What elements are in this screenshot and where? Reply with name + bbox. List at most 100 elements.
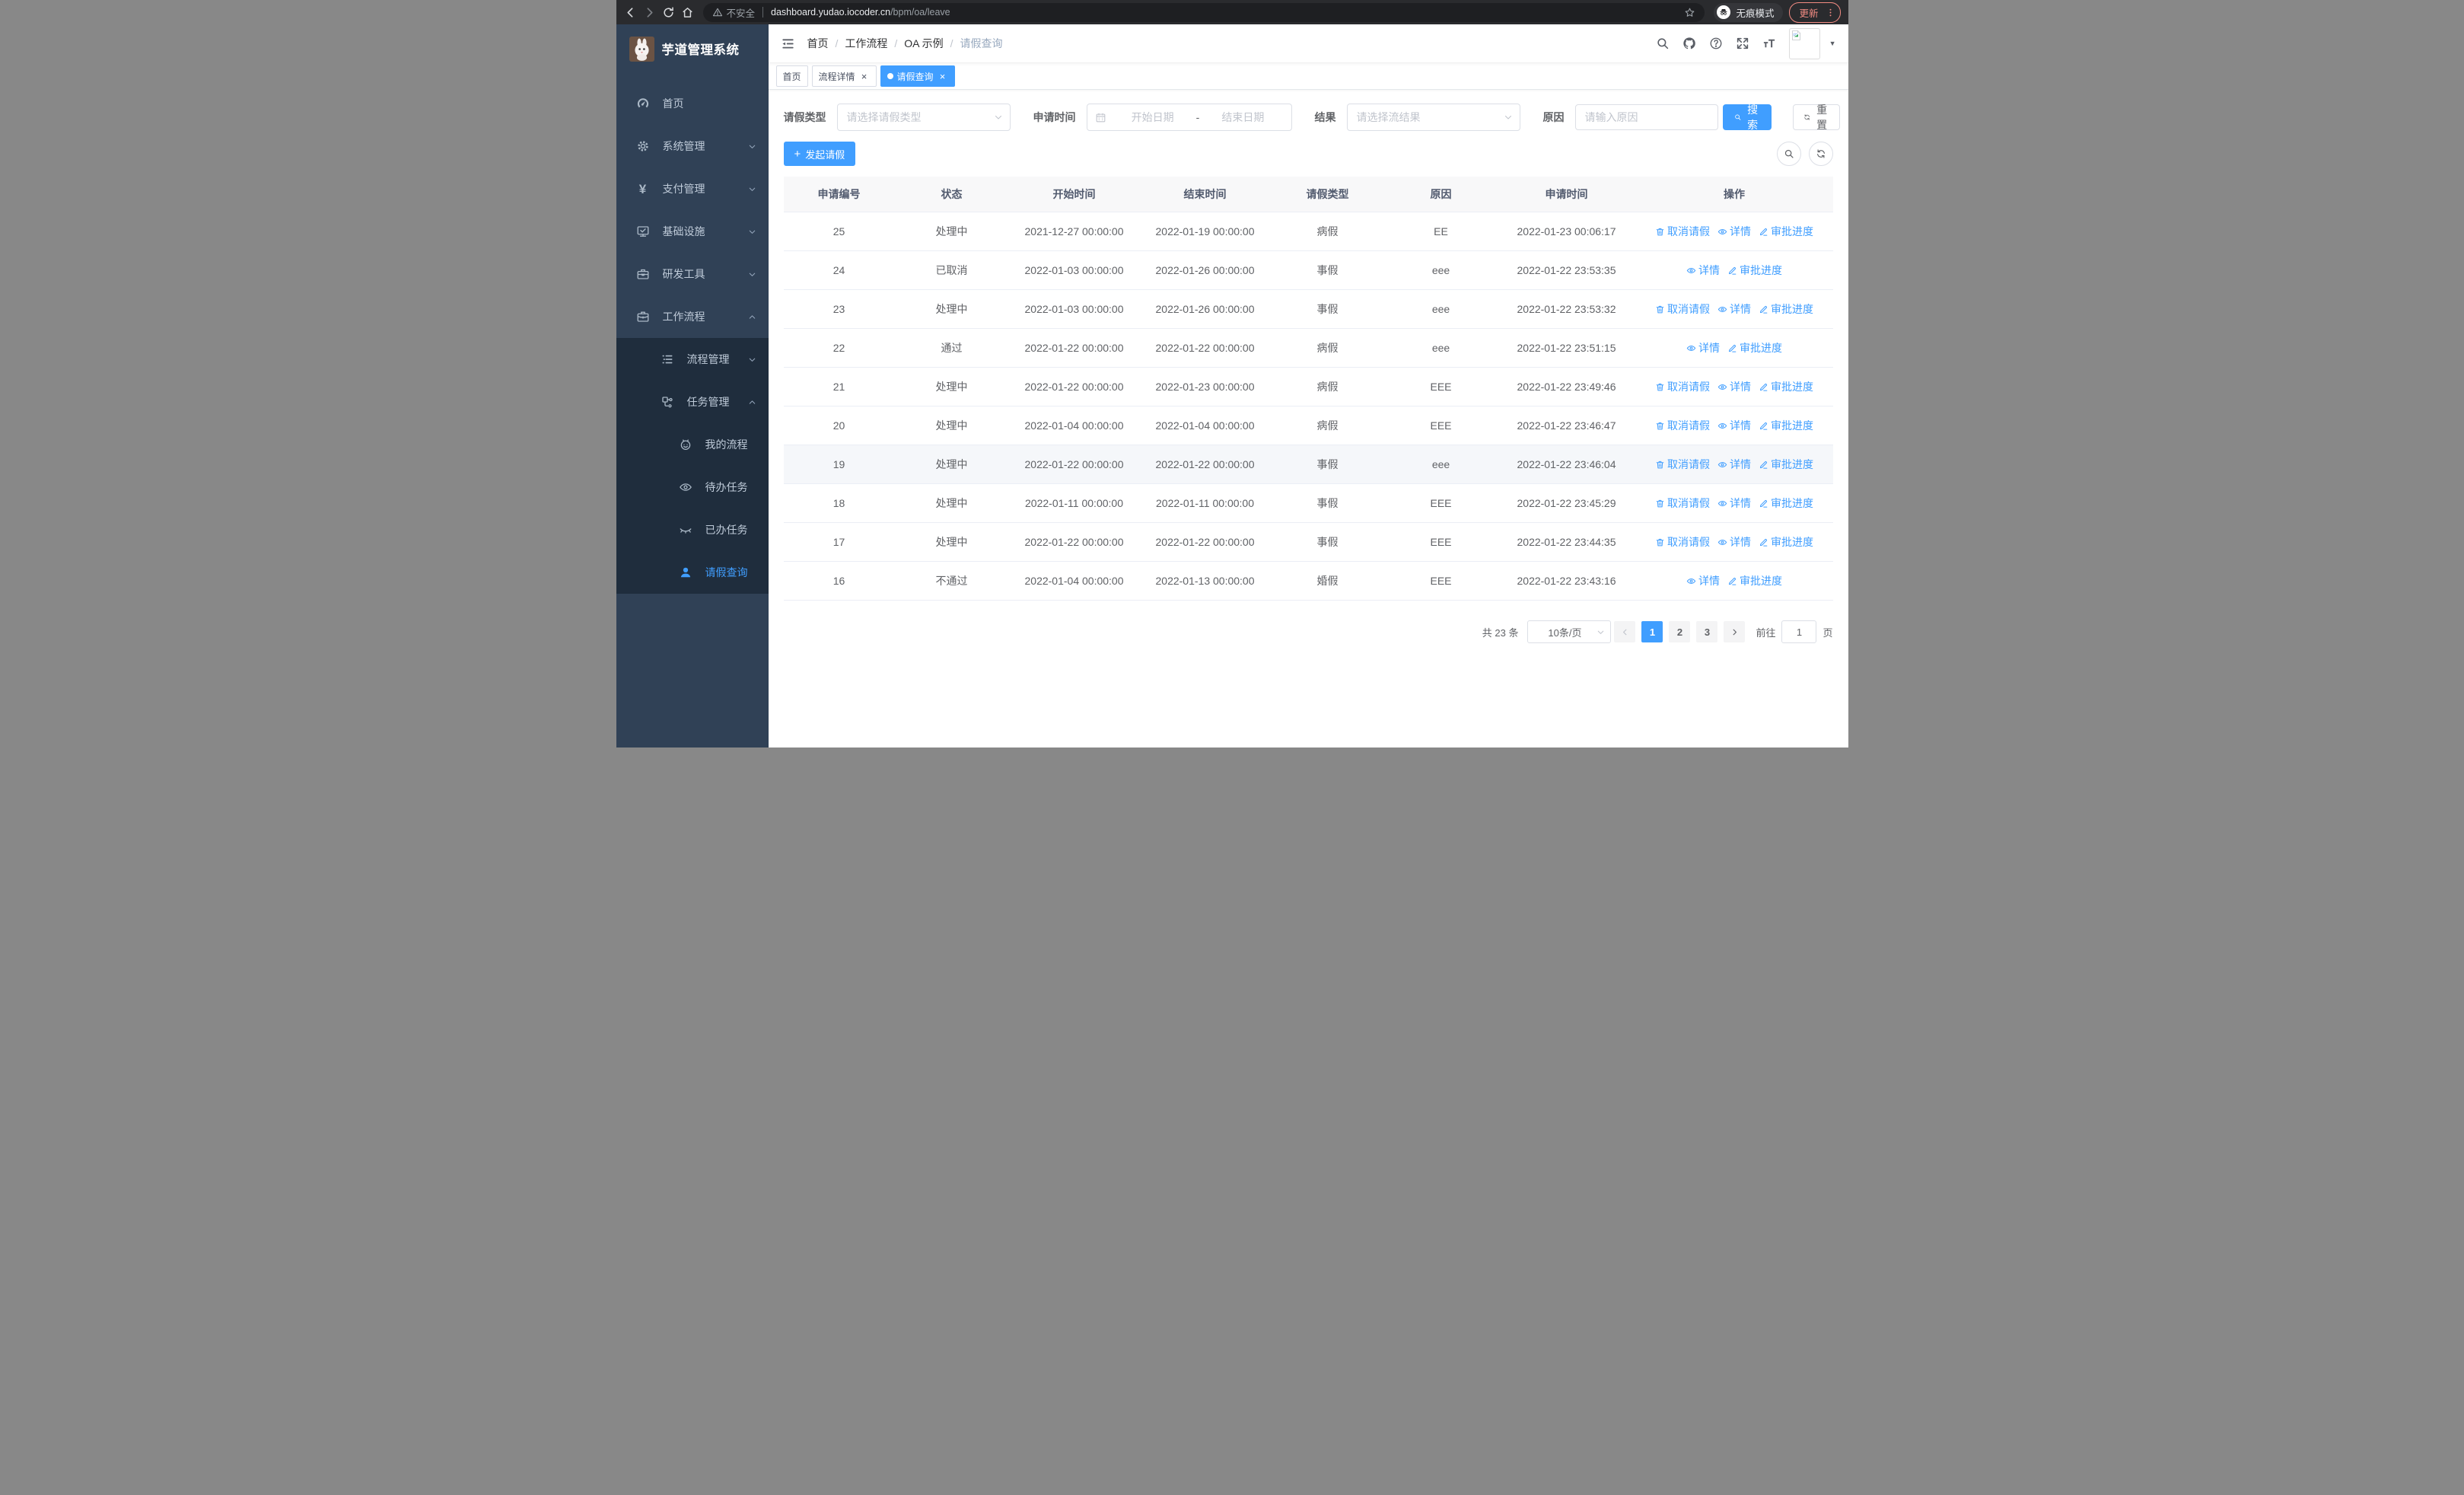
hamburger-icon[interactable]	[781, 37, 795, 51]
address-bar[interactable]: 不安全 dashboard.yudao.iocoder.cn/bpm/oa/le…	[702, 2, 1705, 22]
approval-progress-link[interactable]: 审批进度	[1759, 301, 1813, 317]
date-range-picker[interactable]: 开始日期 - 结束日期	[1086, 104, 1292, 131]
detail-link[interactable]: 详情	[1717, 224, 1751, 239]
logo-image	[629, 36, 654, 62]
close-icon[interactable]: ×	[859, 71, 870, 81]
detail-link[interactable]: 详情	[1717, 457, 1751, 472]
cancel-leave-link[interactable]: 取消请假	[1655, 224, 1710, 239]
reset-button[interactable]: 重置	[1792, 104, 1840, 131]
page-button-2[interactable]: 2	[1669, 621, 1691, 642]
forward-icon[interactable]	[643, 6, 656, 19]
approval-progress-link[interactable]: 审批进度	[1727, 263, 1782, 278]
table-row: 25 处理中 2021-12-27 00:00:00 2022-01-19 00:00…	[783, 212, 1833, 251]
caret-down-icon[interactable]: ▼	[1829, 40, 1836, 47]
detail-link[interactable]: 详情	[1717, 379, 1751, 394]
help-icon[interactable]	[1709, 37, 1723, 50]
refresh-icon	[1803, 112, 1810, 123]
end-date-input[interactable]: 结束日期	[1202, 110, 1283, 125]
eye-view-icon	[1717, 304, 1727, 314]
cancel-leave-link[interactable]: 取消请假	[1655, 534, 1710, 550]
sidebar-item-leave-query[interactable]: 请假查询	[616, 551, 769, 594]
goto-page-input[interactable]	[1781, 620, 1817, 643]
cell-apply-time: 2022-01-22 23:44:35	[1497, 522, 1636, 562]
cell-end-time: 2022-01-22 00:00:00	[1139, 522, 1271, 562]
cell-id: 25	[783, 212, 895, 251]
cell-actions: 取消请假 详情 审批进度	[1635, 289, 1833, 329]
logo: 芋道管理系统	[616, 24, 769, 73]
result-label: 结果	[1314, 111, 1336, 123]
approval-progress-link[interactable]: 审批进度	[1727, 573, 1782, 588]
column-header: 原因	[1384, 177, 1498, 212]
cell-id: 17	[783, 522, 895, 562]
reload-icon[interactable]	[662, 6, 675, 19]
approval-progress-link[interactable]: 审批进度	[1759, 418, 1813, 433]
chevron-up-icon	[747, 312, 757, 322]
tag-leave-query[interactable]: 请假查询 ×	[880, 65, 955, 87]
close-icon[interactable]: ×	[938, 71, 948, 81]
tag-process-detail[interactable]: 流程详情 ×	[811, 65, 877, 87]
search-button[interactable]: 搜索	[1722, 104, 1772, 131]
toggle-search-button[interactable]	[1776, 142, 1801, 166]
sidebar-item-todo-tasks[interactable]: 待办任务	[616, 466, 769, 508]
sidebar-item-system-mgmt[interactable]: 系统管理	[616, 125, 769, 167]
breadcrumb-item[interactable]: 首页	[807, 36, 829, 51]
pen-icon	[1727, 266, 1737, 276]
fullscreen-icon[interactable]	[1736, 37, 1749, 50]
reason-input[interactable]	[1574, 104, 1718, 130]
github-icon[interactable]	[1682, 37, 1696, 50]
cancel-leave-link[interactable]: 取消请假	[1655, 301, 1710, 317]
tag-label: 首页	[782, 71, 801, 82]
approval-progress-link[interactable]: 审批进度	[1759, 224, 1813, 239]
result-select[interactable]: 请选择流结果	[1346, 104, 1520, 131]
sidebar-item-process-mgmt[interactable]: 流程管理	[616, 338, 769, 381]
detail-link[interactable]: 详情	[1717, 418, 1751, 433]
approval-progress-link[interactable]: 审批进度	[1759, 496, 1813, 511]
update-chip[interactable]: 更新	[1789, 2, 1841, 23]
next-page-button[interactable]: >	[1724, 621, 1746, 642]
breadcrumb-item[interactable]: OA 示例	[904, 36, 943, 51]
sidebar-item-workflow[interactable]: 工作流程	[616, 295, 769, 338]
cancel-leave-link[interactable]: 取消请假	[1655, 379, 1710, 394]
back-icon[interactable]	[624, 6, 637, 19]
cell-actions: 取消请假 详情 审批进度	[1635, 212, 1833, 251]
page-size-select[interactable]: 10条/页	[1527, 620, 1612, 643]
user-avatar[interactable]	[1788, 27, 1820, 59]
approval-progress-link[interactable]: 审批进度	[1727, 340, 1782, 355]
detail-link[interactable]: 详情	[1686, 263, 1720, 278]
sidebar-item-task-mgmt[interactable]: 任务管理	[616, 381, 769, 423]
breadcrumb-item[interactable]: 工作流程	[845, 36, 887, 51]
detail-link[interactable]: 详情	[1717, 301, 1751, 317]
filter-form: 请假类型 请选择请假类型 申请时间 开始日期 - 结束日期 结果 请选择流结果 …	[784, 104, 1840, 131]
detail-link[interactable]: 详情	[1686, 573, 1720, 588]
page-button-1[interactable]: 1	[1641, 621, 1663, 642]
prev-page-button[interactable]	[1614, 621, 1636, 642]
leave-type-select[interactable]: 请选择请假类型	[836, 104, 1011, 131]
sidebar-item-infrastructure[interactable]: 基础设施	[616, 210, 769, 253]
approval-progress-link[interactable]: 审批进度	[1759, 457, 1813, 472]
incognito-icon	[1717, 5, 1731, 19]
sidebar-item-my-process[interactable]: 我的流程	[616, 423, 769, 466]
approval-progress-link[interactable]: 审批进度	[1759, 534, 1813, 550]
search-icon[interactable]	[1656, 37, 1670, 50]
create-leave-button[interactable]: + 发起请假	[783, 142, 856, 166]
home-icon[interactable]	[681, 6, 694, 19]
more-vertical-icon[interactable]	[1826, 8, 1835, 18]
cancel-leave-link[interactable]: 取消请假	[1655, 418, 1710, 433]
sidebar-item-dev-tools[interactable]: 研发工具	[616, 253, 769, 295]
detail-link[interactable]: 详情	[1717, 496, 1751, 511]
tag-home[interactable]: 首页	[775, 65, 808, 87]
cancel-leave-link[interactable]: 取消请假	[1655, 496, 1710, 511]
approval-progress-link[interactable]: 审批进度	[1759, 379, 1813, 394]
start-date-input[interactable]: 开始日期	[1113, 110, 1193, 125]
navbar: 首页 / 工作流程 / OA 示例 / 请假查询 ▼	[768, 24, 1848, 63]
detail-link[interactable]: 详情	[1686, 340, 1720, 355]
sidebar-item-home[interactable]: 首页	[616, 82, 769, 125]
sidebar-item-done-tasks[interactable]: 已办任务	[616, 508, 769, 551]
refresh-table-button[interactable]	[1808, 142, 1833, 166]
bookmark-star-icon[interactable]	[1684, 7, 1695, 18]
cancel-leave-link[interactable]: 取消请假	[1655, 457, 1710, 472]
font-size-icon[interactable]	[1762, 37, 1776, 50]
detail-link[interactable]: 详情	[1717, 534, 1751, 550]
page-button-3[interactable]: 3	[1696, 621, 1718, 642]
sidebar-item-payment-mgmt[interactable]: ¥ 支付管理	[616, 167, 769, 210]
